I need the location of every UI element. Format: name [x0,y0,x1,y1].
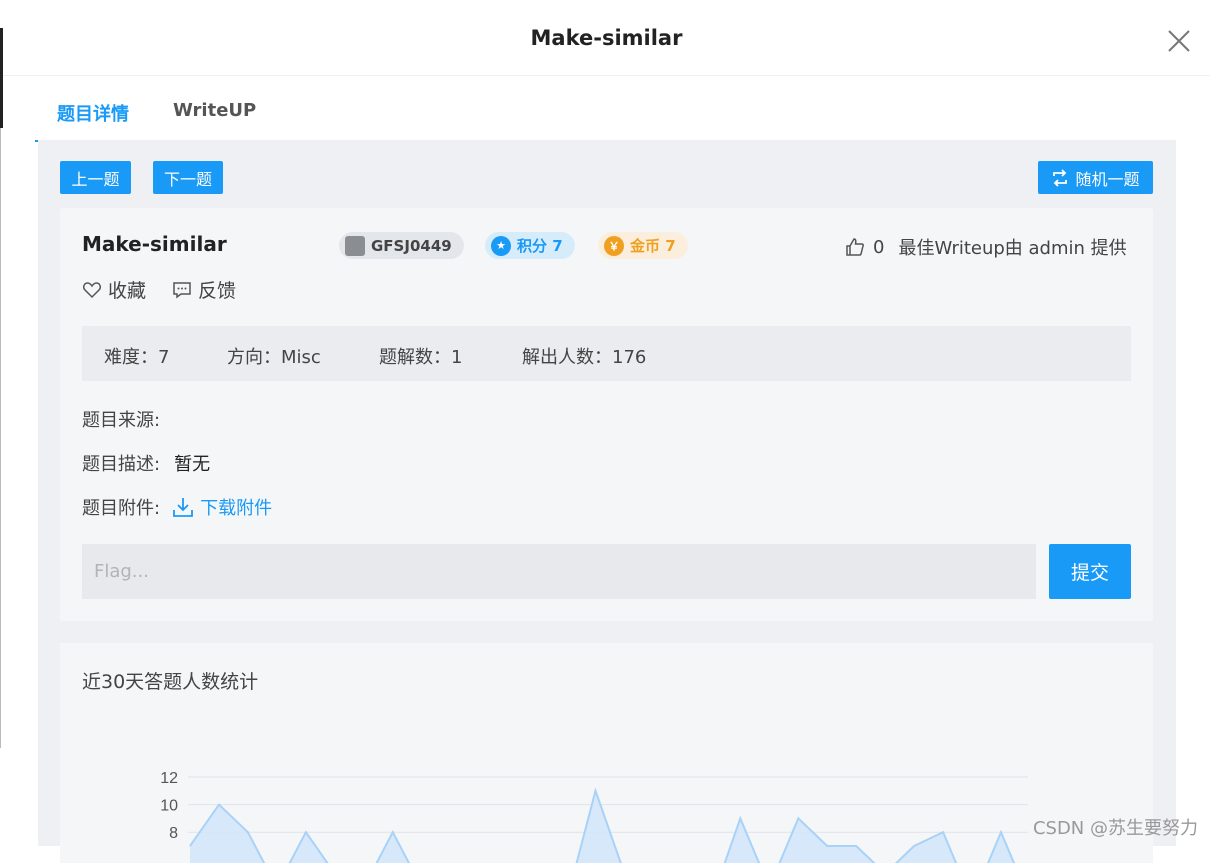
challenge-dialog: Make-similar 题目详情 WriteUP 上一题 下一题 随机一题 M… [3,0,1210,863]
direction-stat: 方向：Misc [227,347,321,368]
watermark: CSDN @苏生要努力 [1032,818,1198,839]
data-point [392,831,394,833]
description-value: 暂无 [174,454,211,475]
favorite-button[interactable]: 收藏 [82,276,146,303]
shuffle-icon [1051,168,1069,187]
score-badge: ★ 积分 7 [485,232,575,259]
next-challenge-button[interactable]: 下一题 [153,161,223,194]
area-chart: 8 10 12 [160,770,1028,863]
data-point [739,817,741,819]
challenge-code: GFSJ0449 [371,236,452,255]
heart-icon [82,280,102,300]
y-tick-label: 8 [169,825,178,842]
coin-label: 金币 7 [630,237,676,255]
writeup-count-stat: 题解数：1 [379,347,463,368]
comment-icon [172,280,192,300]
data-point [797,817,799,819]
source-row: 题目来源: [82,406,160,432]
tab-bar: 题目详情 WriteUP [35,92,278,142]
download-icon [172,496,194,518]
data-point [595,790,596,792]
tab-writeup[interactable]: WriteUP [151,92,278,142]
series-area [190,790,1014,863]
y-tick-label: 10 [160,798,178,815]
attachment-row: 题目附件: 下载附件 [82,494,272,520]
dialog-title: Make-similar [530,26,683,50]
data-point [247,831,249,833]
close-icon[interactable] [1166,28,1192,54]
dialog-header: Make-similar [3,0,1210,76]
feedback-label: 反馈 [198,280,237,302]
attachment-label: 题目附件: [82,498,161,519]
tab-details[interactable]: 题目详情 [35,92,151,142]
description-label: 题目描述: [82,454,161,475]
data-point [1000,831,1002,833]
data-point [218,804,220,806]
thumbs-up-icon[interactable] [845,237,865,257]
data-point [942,831,944,833]
coin-icon: ￥ [604,235,624,256]
chart-card: 近30天答题人数统计 8 10 12 [60,643,1153,863]
difficulty-stat: 难度：7 [104,347,170,368]
prev-challenge-button[interactable]: 上一题 [60,161,131,194]
background-edge-lower [0,128,1,748]
description-row: 题目描述: 暂无 [82,450,210,476]
y-tick-label: 12 [160,770,178,787]
download-label: 下载附件 [200,498,273,519]
data-point [305,831,307,833]
detail-panel: 上一题 下一题 随机一题 Make-similar GFSJ0449 ★ 积分 … [38,140,1176,863]
random-challenge-button[interactable]: 随机一题 [1038,161,1153,194]
download-attachment-link[interactable]: 下载附件 [172,494,272,520]
favorite-label: 收藏 [108,280,147,302]
like-row: 0 最佳Writeup由 admin 提供 [845,234,1127,260]
challenge-code-badge: GFSJ0449 [339,232,464,259]
score-label: 积分 7 [517,237,563,255]
solver-count-stat: 解出人数：176 [522,347,647,368]
submit-button[interactable]: 提交 [1049,544,1131,599]
coin-badge: ￥ 金币 7 [598,232,688,259]
challenge-avatar-icon [345,235,365,256]
feedback-button[interactable]: 反馈 [172,276,236,303]
random-challenge-label: 随机一题 [1075,169,1140,189]
stats-bar: 难度：7 方向：Misc 题解数：1 解出人数：176 [82,326,1131,381]
flag-input[interactable] [82,544,1036,599]
best-writeup-text: 最佳Writeup由 admin 提供 [898,238,1127,259]
challenge-name: Make-similar [82,232,227,256]
like-count: 0 [873,236,885,258]
star-icon: ★ [491,235,511,256]
source-label: 题目来源: [82,410,161,431]
challenge-card: Make-similar GFSJ0449 ★ 积分 7 ￥ 金币 7 0 最佳… [60,208,1153,621]
